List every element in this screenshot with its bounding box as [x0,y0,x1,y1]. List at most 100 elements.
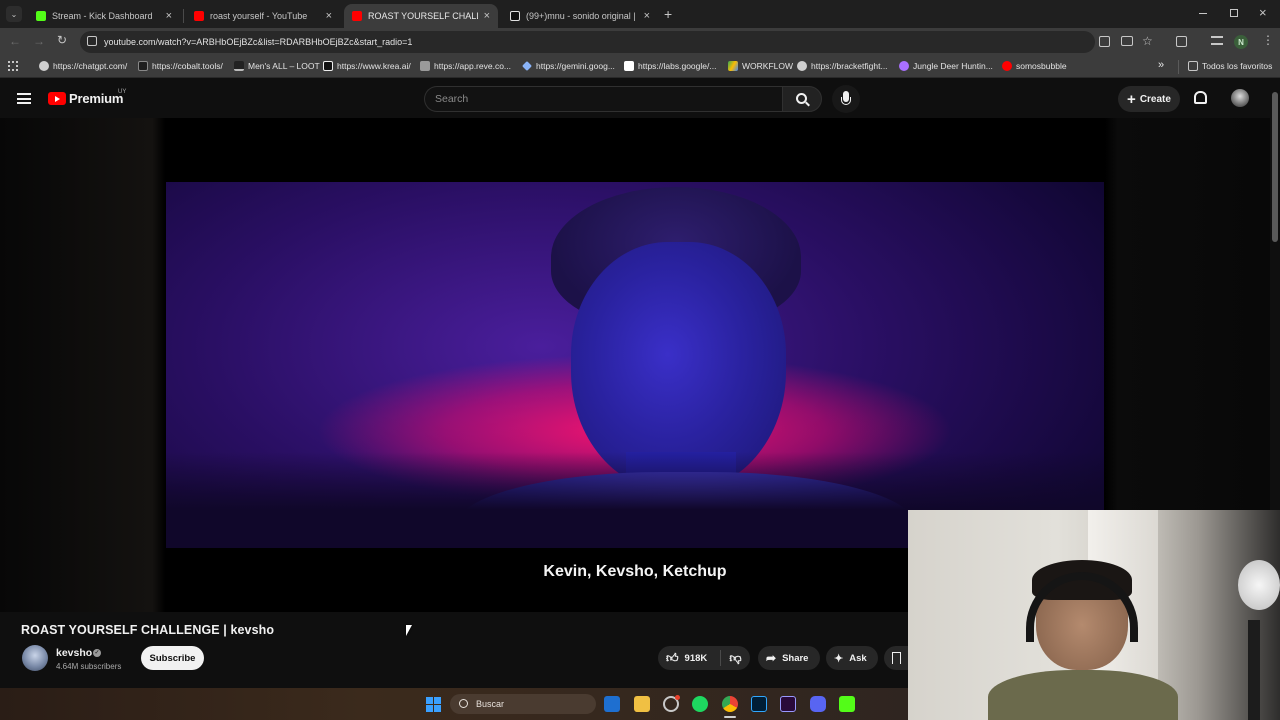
close-tab-icon[interactable]: × [166,10,172,22]
back-arrow-icon[interactable]: ← [9,34,21,48]
extensions-icon[interactable] [1176,36,1187,47]
chrome-active-indicator [724,716,736,718]
mouse-cursor-icon [406,625,412,636]
hamburger-menu-icon[interactable] [17,93,31,104]
tab-roast-yourself-youtube[interactable]: roast yourself - YouTube × [186,4,340,28]
premiere-icon[interactable] [780,696,796,712]
profile-initial: N [1238,37,1244,47]
bookmark-workflow[interactable]: WORKFLOW [728,61,793,71]
profile-avatar[interactable]: N [1234,35,1248,49]
windows-start-icon[interactable] [426,697,441,712]
bookmark-bracketfight[interactable]: https://bracketfight... [797,61,888,71]
notification-dot [675,695,680,700]
voice-search-button[interactable] [832,85,860,113]
bookmark-reve[interactable]: https://app.reve.co... [420,61,511,71]
close-tab-icon[interactable]: × [644,10,650,22]
tab-title: roast yourself - YouTube [210,11,308,21]
create-label: Create [1139,93,1171,105]
folder-icon [1188,61,1198,71]
kick-app-icon[interactable] [839,696,855,712]
search-input[interactable]: Search [424,86,782,112]
kick-favicon-icon [36,11,46,21]
webcam-overlay [908,510,1280,720]
subscribe-button[interactable]: Subscribe [141,646,204,670]
like-button[interactable]: 👍︎ 918K [658,646,720,670]
youtube-favicon-icon [194,11,204,21]
tab-title: (99+)mnu - sonido original | Ti [526,11,638,21]
cobalt-icon [138,61,148,71]
video-frame[interactable] [166,182,1104,548]
reve-icon [420,61,430,71]
bookmarks-divider [1178,60,1179,74]
all-bookmarks-folder[interactable]: Todos los favoritos [1188,61,1272,71]
twitch-icon [899,61,909,71]
dislike-button[interactable]: 👎︎ [721,646,750,670]
new-tab-button[interactable]: + [664,6,672,22]
bookmark-mens-loot[interactable]: Men's ALL – LOOT [234,61,320,71]
tab-divider [183,9,184,23]
tiktok-favicon-icon [510,11,520,21]
search-icon-handle [805,101,810,107]
channel-avatar[interactable] [22,645,48,671]
tab-kick-dashboard[interactable]: Stream - Kick Dashboard × [28,4,180,28]
bookmark-somosbubble[interactable]: somosbubble [1002,61,1067,71]
share-label: Share [782,652,809,664]
close-window-icon[interactable]: × [1259,5,1267,20]
bookmark-labs-google[interactable]: https://labs.google/... [624,61,716,71]
create-button[interactable]: + Create [1118,86,1180,112]
ask-button[interactable]: ✦ Ask [826,646,878,670]
like-count: 918K [684,652,708,664]
krea-icon [323,61,333,71]
chrome-icon[interactable] [722,696,738,712]
browser-menu-icon[interactable]: ⋮ [1262,33,1274,47]
notifications-bell-icon[interactable] [1194,91,1207,104]
webcam-person-shirt [988,670,1178,720]
microphone-stand [841,97,851,105]
save-button[interactable] [884,646,908,670]
file-explorer-icon[interactable] [634,696,650,712]
channel-name[interactable]: kevsho [56,647,92,659]
minimize-icon[interactable] [1199,13,1207,14]
tab-title: ROAST YOURSELF CHALLENGE [368,11,478,21]
page-icon [624,61,634,71]
close-tab-icon[interactable]: × [326,10,332,22]
spotify-icon[interactable] [692,696,708,712]
verified-badge-icon: ✓ [93,649,101,657]
chevron-down-icon: ⌄ [10,9,18,19]
tab-roast-yourself-challenge[interactable]: ROAST YOURSELF CHALLENGE × [344,4,498,28]
discord-icon[interactable] [810,696,826,712]
apps-grid-icon[interactable] [8,61,18,71]
youtube-premium-logo[interactable]: Premium [48,91,123,106]
account-avatar[interactable] [1231,89,1249,107]
tab-tiktok-sonido[interactable]: (99+)mnu - sonido original | Ti × [502,4,658,28]
translate-icon[interactable] [1099,36,1110,47]
url-text[interactable]: youtube.com/watch?v=ARBHbOEjBZc&list=RDA… [104,37,412,47]
reload-icon[interactable]: ↻ [57,33,67,47]
subscriber-count: 4.64M subscribers [56,662,122,671]
close-tab-icon[interactable]: × [484,10,490,22]
page-scrollbar-thumb[interactable] [1272,92,1278,242]
photoshop-icon[interactable] [751,696,767,712]
media-controls-icon[interactable] [1211,36,1223,45]
share-button[interactable]: ➦ Share [758,646,820,670]
video-title: ROAST YOURSELF CHALLENGE | kevsho [21,623,275,637]
bookmark-krea[interactable]: https://www.krea.ai/ [323,61,411,71]
thumbs-up-icon: 👍︎ [666,650,679,665]
restore-icon[interactable] [1230,9,1238,17]
install-app-icon[interactable] [1121,36,1133,46]
outlook-icon[interactable] [604,696,620,712]
search-button[interactable] [782,86,822,112]
bookmark-star-icon[interactable]: ☆ [1142,34,1153,48]
tab-title: Stream - Kick Dashboard [52,11,153,21]
tab-search-button[interactable]: ⌄ [6,6,22,22]
chatgpt-icon [39,61,49,71]
bookmark-gemini[interactable]: https://gemini.goog... [522,61,615,71]
forward-arrow-icon[interactable]: → [33,34,45,48]
bookmarks-overflow-button[interactable]: » [1158,59,1164,71]
bookmark-cobalt[interactable]: https://cobalt.tools/ [138,61,223,71]
taskbar-search-box[interactable]: Buscar [450,694,596,714]
site-info-icon[interactable] [87,36,97,46]
bookmark-jungle-deer[interactable]: Jungle Deer Huntin... [899,61,993,71]
bookmark-chatgpt[interactable]: https://chatgpt.com/ [39,61,127,71]
sparkle-icon: ✦ [834,652,844,665]
